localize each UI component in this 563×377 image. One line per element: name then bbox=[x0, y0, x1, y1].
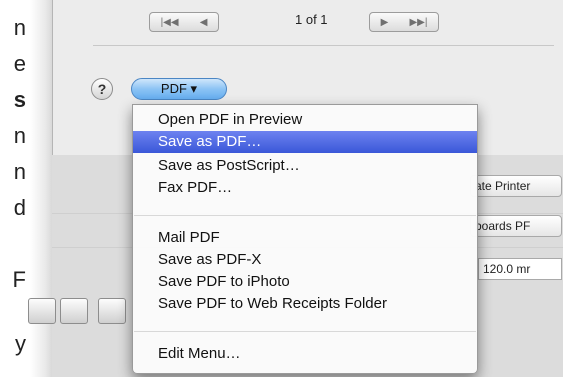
doc-text-fragment: n bbox=[13, 15, 26, 40]
menu-separator bbox=[134, 215, 476, 216]
pdf-dropdown-menu: Open PDF in Preview Save as PDF… Save as… bbox=[132, 104, 478, 374]
doc-text-fragment: n bbox=[13, 159, 26, 184]
doc-text-fragment: n bbox=[13, 123, 26, 148]
menu-item-fax-pdf[interactable]: Fax PDF… bbox=[133, 177, 477, 199]
doc-text-fragment: y bbox=[15, 331, 26, 356]
toolbar-button[interactable] bbox=[28, 298, 56, 324]
page-nav-back-group[interactable]: |◀◀ ◀ bbox=[149, 12, 219, 32]
pdf-menu-button[interactable]: PDF ▾ bbox=[131, 78, 227, 100]
doc-text-fragment: d bbox=[13, 195, 26, 220]
previous-page-icon[interactable]: ◀ bbox=[200, 17, 208, 28]
menu-item-mail-pdf[interactable]: Mail PDF bbox=[133, 227, 477, 249]
menu-item-edit-menu[interactable]: Edit Menu… bbox=[133, 343, 477, 365]
menu-item-save-as-pdf-x[interactable]: Save as PDF-X bbox=[133, 249, 477, 271]
menu-item-save-pdf-iphoto[interactable]: Save PDF to iPhoto bbox=[133, 271, 477, 293]
menu-item-save-as-postscript[interactable]: Save as PostScript… bbox=[133, 155, 477, 177]
next-page-icon[interactable]: ▶ bbox=[381, 17, 389, 28]
help-button[interactable]: ? bbox=[91, 78, 113, 100]
divider bbox=[93, 45, 554, 46]
trash-icon[interactable] bbox=[98, 298, 126, 324]
printer-popup[interactable]: ate Printer bbox=[470, 175, 562, 197]
page-nav-forward-group[interactable]: ▶ ▶▶| bbox=[369, 12, 439, 32]
menu-item-save-pdf-web-receipts[interactable]: Save PDF to Web Receipts Folder bbox=[133, 293, 477, 315]
size-field[interactable]: 120.0 mr bbox=[478, 258, 562, 280]
add-page-icon[interactable] bbox=[60, 298, 88, 324]
doc-text-fragment: e bbox=[13, 51, 26, 76]
menu-item-save-as-pdf[interactable]: Save as PDF… bbox=[133, 131, 477, 153]
menu-separator bbox=[134, 331, 476, 332]
doc-text-fragment: s bbox=[13, 87, 26, 112]
document-page-edge: n e s n n d F y bbox=[0, 0, 30, 377]
first-page-icon[interactable]: |◀◀ bbox=[161, 17, 179, 28]
menu-item-open-pdf-preview[interactable]: Open PDF in Preview bbox=[133, 109, 477, 131]
doc-text-fragment: F bbox=[12, 267, 26, 292]
paper-popup[interactable]: boards PF bbox=[470, 215, 562, 237]
last-page-icon[interactable]: ▶▶| bbox=[409, 17, 427, 28]
page-indicator: 1 of 1 bbox=[295, 12, 328, 27]
